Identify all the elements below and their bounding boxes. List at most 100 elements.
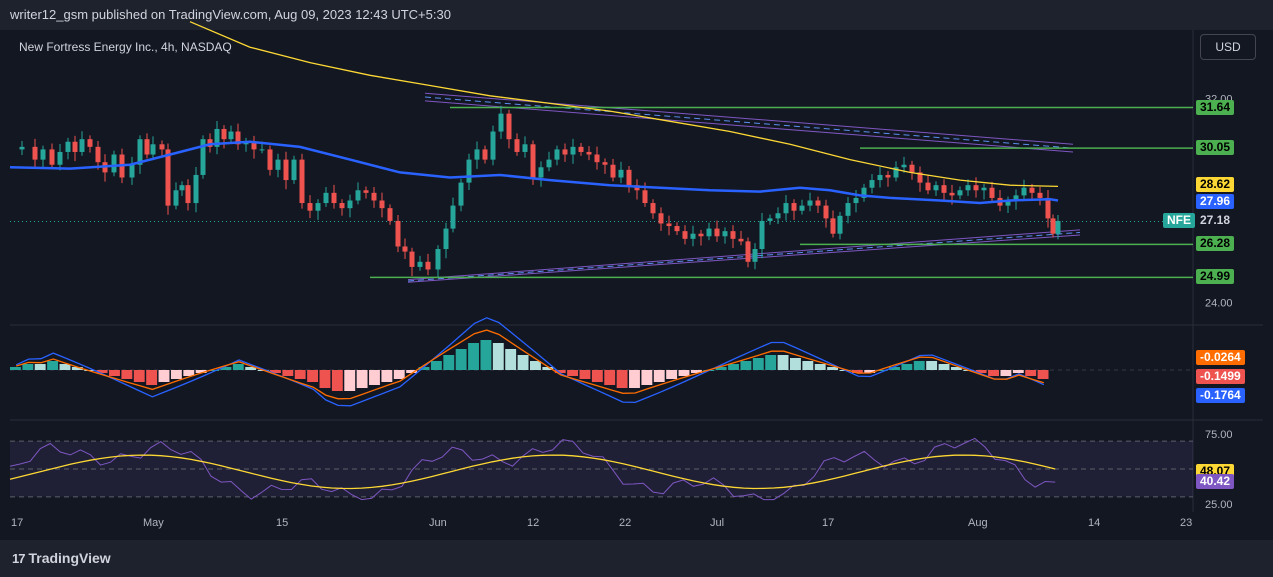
candle-body xyxy=(909,164,915,173)
candle-body xyxy=(714,228,720,237)
candle-body xyxy=(830,218,836,234)
candle-body xyxy=(594,154,600,163)
macd-histogram-bar xyxy=(47,361,59,370)
candle-body xyxy=(610,164,616,178)
macd-histogram-bar xyxy=(814,364,826,370)
candle-body xyxy=(506,113,512,140)
channel-line xyxy=(424,100,1074,153)
candle-body xyxy=(72,141,78,152)
macd-histogram-bar xyxy=(901,364,913,370)
level-price-badge: 30.05 xyxy=(1196,140,1235,156)
candle-body xyxy=(371,192,377,201)
candle-body xyxy=(299,159,305,204)
moving-average-line xyxy=(189,21,1059,188)
macd-histogram-bar xyxy=(468,343,479,370)
macd-histogram-bar xyxy=(604,370,616,385)
rsi-band xyxy=(10,441,1193,497)
candle-body xyxy=(435,249,441,270)
candle-body xyxy=(79,139,85,152)
candle-body xyxy=(626,169,632,186)
channel-line xyxy=(424,92,1074,145)
candle-body xyxy=(1029,187,1035,193)
candle-body xyxy=(767,218,773,221)
candle-body xyxy=(87,139,93,147)
candle-body xyxy=(602,162,608,165)
candle-body xyxy=(530,144,536,178)
macd-histogram-bar xyxy=(988,370,999,376)
candle-body xyxy=(570,146,576,155)
candle-body xyxy=(578,146,584,152)
macd-histogram-bar xyxy=(331,370,343,391)
macd-histogram-bar xyxy=(1000,370,1012,376)
candle-body xyxy=(347,200,353,209)
candle-body xyxy=(173,190,179,206)
rsi-value-badge: 40.42 xyxy=(1196,474,1235,490)
time-axis-tick: Aug xyxy=(968,517,988,529)
macd-histogram-bar xyxy=(629,370,640,388)
candle-body xyxy=(682,231,688,239)
candle-body xyxy=(554,149,560,160)
time-axis-tick: 14 xyxy=(1088,517,1100,529)
time-axis-tick: 15 xyxy=(276,517,288,529)
candle-body xyxy=(957,190,963,196)
candle-body xyxy=(845,203,851,216)
candle-body xyxy=(323,192,329,204)
candle-body xyxy=(32,146,38,160)
candle-body xyxy=(150,144,156,155)
candle-body xyxy=(546,159,552,168)
macd-histogram-bar xyxy=(505,349,517,370)
currency-button[interactable]: USD xyxy=(1200,34,1256,60)
macd-histogram-bar xyxy=(653,370,665,382)
candle-body xyxy=(466,159,472,183)
candle-body xyxy=(129,164,135,178)
candle-body xyxy=(538,167,544,178)
candle-body xyxy=(514,139,520,152)
macd-histogram-bar xyxy=(913,361,925,370)
candle-body xyxy=(65,141,71,152)
candle-body xyxy=(450,205,456,229)
candle-body xyxy=(228,131,234,140)
candle-body xyxy=(498,113,504,132)
macd-histogram-bar xyxy=(765,355,777,370)
candle-body xyxy=(291,159,297,181)
chart-canvas[interactable]: 32.0024.0075.0025.0017May15Jun1222Jul17A… xyxy=(0,0,1273,577)
channel-midline xyxy=(407,231,1081,282)
macd-histogram-bar xyxy=(319,370,331,388)
candle-body xyxy=(666,223,672,227)
candle-body xyxy=(650,203,656,214)
moving-average-badge: 28.62 xyxy=(1196,176,1235,192)
macd-histogram-bar xyxy=(480,340,492,370)
candle-body xyxy=(425,261,431,270)
candle-body xyxy=(869,180,875,188)
candle-body xyxy=(49,149,55,165)
time-axis-tick: 12 xyxy=(527,517,539,529)
candle-body xyxy=(562,149,568,155)
candle-body xyxy=(522,144,528,152)
candle-body xyxy=(759,220,765,250)
candle-body xyxy=(159,144,165,150)
time-axis-tick: 23 xyxy=(1180,517,1192,529)
candle-body xyxy=(315,203,321,211)
candle-body xyxy=(815,200,821,206)
macd-histogram-bar xyxy=(517,355,529,370)
candle-body xyxy=(877,174,883,181)
level-price-badge: 26.28 xyxy=(1196,236,1235,252)
chart-legend-title: New Fortress Energy Inc., 4h, NASDAQ xyxy=(19,40,232,54)
candle-body xyxy=(409,251,415,267)
candle-body xyxy=(807,200,813,206)
candle-body xyxy=(989,187,995,198)
macd-histogram-bar xyxy=(530,361,541,370)
macd-histogram-bar xyxy=(356,370,368,388)
candle-body xyxy=(379,200,385,209)
macd-histogram-bar xyxy=(146,370,158,385)
macd-histogram-bar xyxy=(740,361,752,370)
candle-body xyxy=(40,149,46,160)
candle-body xyxy=(179,185,185,191)
tradingview-logo[interactable]: 17 TradingView xyxy=(12,550,111,566)
candle-body xyxy=(690,233,696,239)
macd-value-badge: -0.1764 xyxy=(1196,388,1245,403)
level-price-badge: 31.64 xyxy=(1196,99,1235,115)
candle-body xyxy=(752,249,758,262)
channel-line xyxy=(407,234,1081,283)
candle-body xyxy=(443,228,449,250)
